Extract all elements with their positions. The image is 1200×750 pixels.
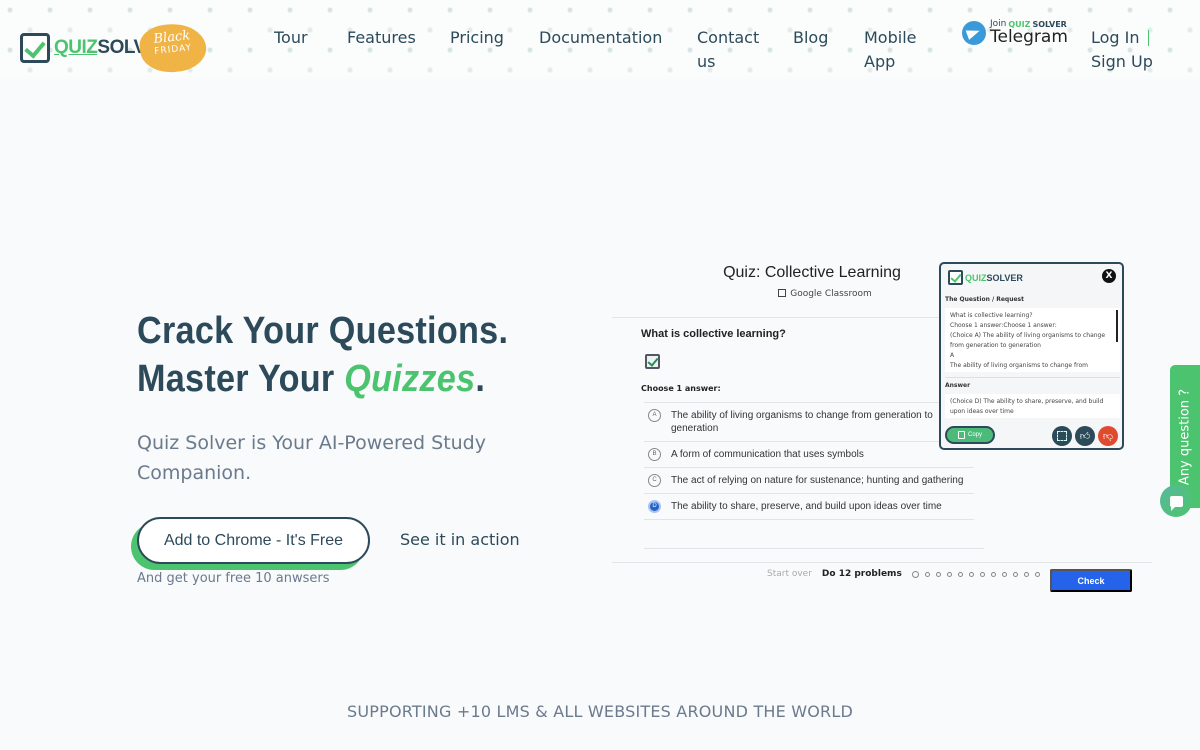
choice-text: The ability to share, preserve, and buil… — [671, 501, 942, 512]
telegram-join-link[interactable]: Join QUIZ SOLVER Telegram — [962, 20, 1068, 46]
choice-b[interactable]: B A form of communication that uses symb… — [644, 442, 974, 468]
choice-text: The act of relying on nature for sustena… — [671, 475, 964, 486]
progress-dot — [968, 571, 974, 577]
choice-radio[interactable]: C — [648, 474, 661, 487]
nav-pricing[interactable]: Pricing — [450, 26, 504, 50]
choice-list: A The ability of living organisms to cha… — [644, 402, 974, 520]
popup-logo-part2: SOLVER — [986, 272, 1023, 283]
choice-radio[interactable]: B — [648, 448, 661, 461]
answer-box: (Choice D) The ability to share, preserv… — [945, 394, 1120, 418]
quizsolver-check-icon[interactable] — [645, 354, 660, 369]
quizsolver-popup: QUIZSOLVER X The Question / Request What… — [939, 262, 1124, 450]
hero-title: Crack Your Questions. Master Your Quizze… — [137, 307, 508, 403]
supporting-banner: SUPPORTING +10 LMS & ALL WEBSITES AROUND… — [346, 702, 854, 721]
nav-blog[interactable]: Blog — [793, 26, 828, 50]
site-header: QUIZSOLVER Black FRIDAY Tour Features Pr… — [0, 0, 1200, 84]
progress-dot — [979, 571, 985, 577]
copy-label: Copy — [967, 432, 982, 438]
start-over-link[interactable]: Start over — [767, 569, 812, 579]
progress-dot — [935, 571, 941, 577]
quiz-question: What is collective learning? — [641, 328, 786, 340]
progress-dot — [1034, 571, 1040, 577]
choice-a[interactable]: A The ability of living organisms to cha… — [644, 403, 974, 442]
telegram-label: Telegram — [990, 27, 1068, 47]
scrollbar[interactable] — [1116, 310, 1118, 342]
choice-radio[interactable]: A — [648, 409, 661, 422]
problems-count: Do 12 problems — [821, 569, 902, 579]
hero-subtitle: Quiz Solver is Your AI-Powered Study Com… — [137, 432, 486, 484]
add-to-chrome-button[interactable]: Add to Chrome - It's Free — [137, 517, 370, 564]
choice-radio-selected[interactable]: D — [648, 500, 661, 513]
divider — [644, 548, 984, 549]
black-friday-badge[interactable]: Black FRIDAY — [137, 20, 209, 76]
progress-dot — [924, 571, 930, 577]
quiz-source-label: Google Classroom — [790, 289, 872, 299]
login-link[interactable]: Log In — [1091, 26, 1153, 50]
copy-button[interactable]: Copy — [945, 426, 995, 444]
divider — [612, 562, 1152, 563]
thumbs-up-icon[interactable]: 👍︎ — [1075, 426, 1095, 446]
hero-title-line2: Master Your — [137, 358, 345, 400]
any-question-label: Any question ? — [1177, 388, 1193, 485]
nav-features[interactable]: Features — [347, 26, 416, 50]
progress-dot — [911, 570, 919, 578]
auth-links: Log In Sign Up — [1091, 26, 1153, 74]
popup-logo-part1: QUIZ — [965, 272, 987, 283]
popup-logo: QUIZSOLVER — [948, 270, 1023, 285]
quiz-footer: Start over Do 12 problems — [767, 569, 1040, 579]
screenshot-scan-icon[interactable] — [1052, 426, 1072, 446]
choice-text: A form of communication that uses symbol… — [671, 449, 864, 460]
quiz-instruction: Choose 1 answer: — [641, 384, 721, 393]
chat-icon[interactable] — [1160, 485, 1192, 517]
check-button[interactable]: Check — [1050, 569, 1132, 592]
free-answers-note: And get your free 10 anwsers — [137, 571, 330, 586]
close-icon[interactable]: X — [1102, 269, 1116, 283]
question-label: The Question / Request — [945, 296, 1024, 303]
progress-dot — [957, 571, 963, 577]
checkbox-logo-icon — [20, 33, 50, 63]
signup-link[interactable]: Sign Up — [1091, 50, 1153, 74]
choice-d[interactable]: D The ability to share, preserve, and bu… — [644, 494, 974, 520]
hero-title-accent: Quizzes — [344, 358, 476, 400]
hero-title-line1: Crack Your Questions. — [137, 310, 509, 352]
thumbs-down-icon[interactable]: 👎︎ — [1098, 426, 1118, 446]
progress-dot — [990, 571, 996, 577]
choice-text: The ability of living organisms to chang… — [671, 410, 933, 434]
nav-documentation[interactable]: Documentation — [539, 26, 662, 50]
progress-dot — [1012, 571, 1018, 577]
nav-tour[interactable]: Tour — [274, 26, 308, 50]
progress-dot — [946, 571, 952, 577]
checkbox-logo-icon — [948, 270, 963, 285]
clipboard-icon — [957, 431, 965, 439]
auth-divider — [1148, 30, 1149, 46]
question-textarea[interactable]: What is collective learning? Choose 1 an… — [945, 308, 1120, 372]
hero-title-period: . — [475, 358, 486, 400]
answer-label: Answer — [945, 382, 971, 389]
telegram-icon — [962, 21, 986, 45]
nav-contact-us[interactable]: Contact us — [697, 26, 759, 74]
classroom-icon — [778, 289, 787, 297]
nav-mobile-app[interactable]: Mobile App — [864, 26, 920, 74]
see-it-in-action-link[interactable]: See it in action — [400, 530, 520, 549]
logo-part1: QUIZ — [54, 37, 98, 58]
choice-c[interactable]: C The act of relying on nature for suste… — [644, 468, 974, 494]
progress-dots — [911, 570, 1040, 578]
divider — [612, 317, 942, 318]
progress-dot — [1001, 571, 1007, 577]
progress-dot — [1023, 571, 1029, 577]
divider — [945, 377, 1120, 378]
